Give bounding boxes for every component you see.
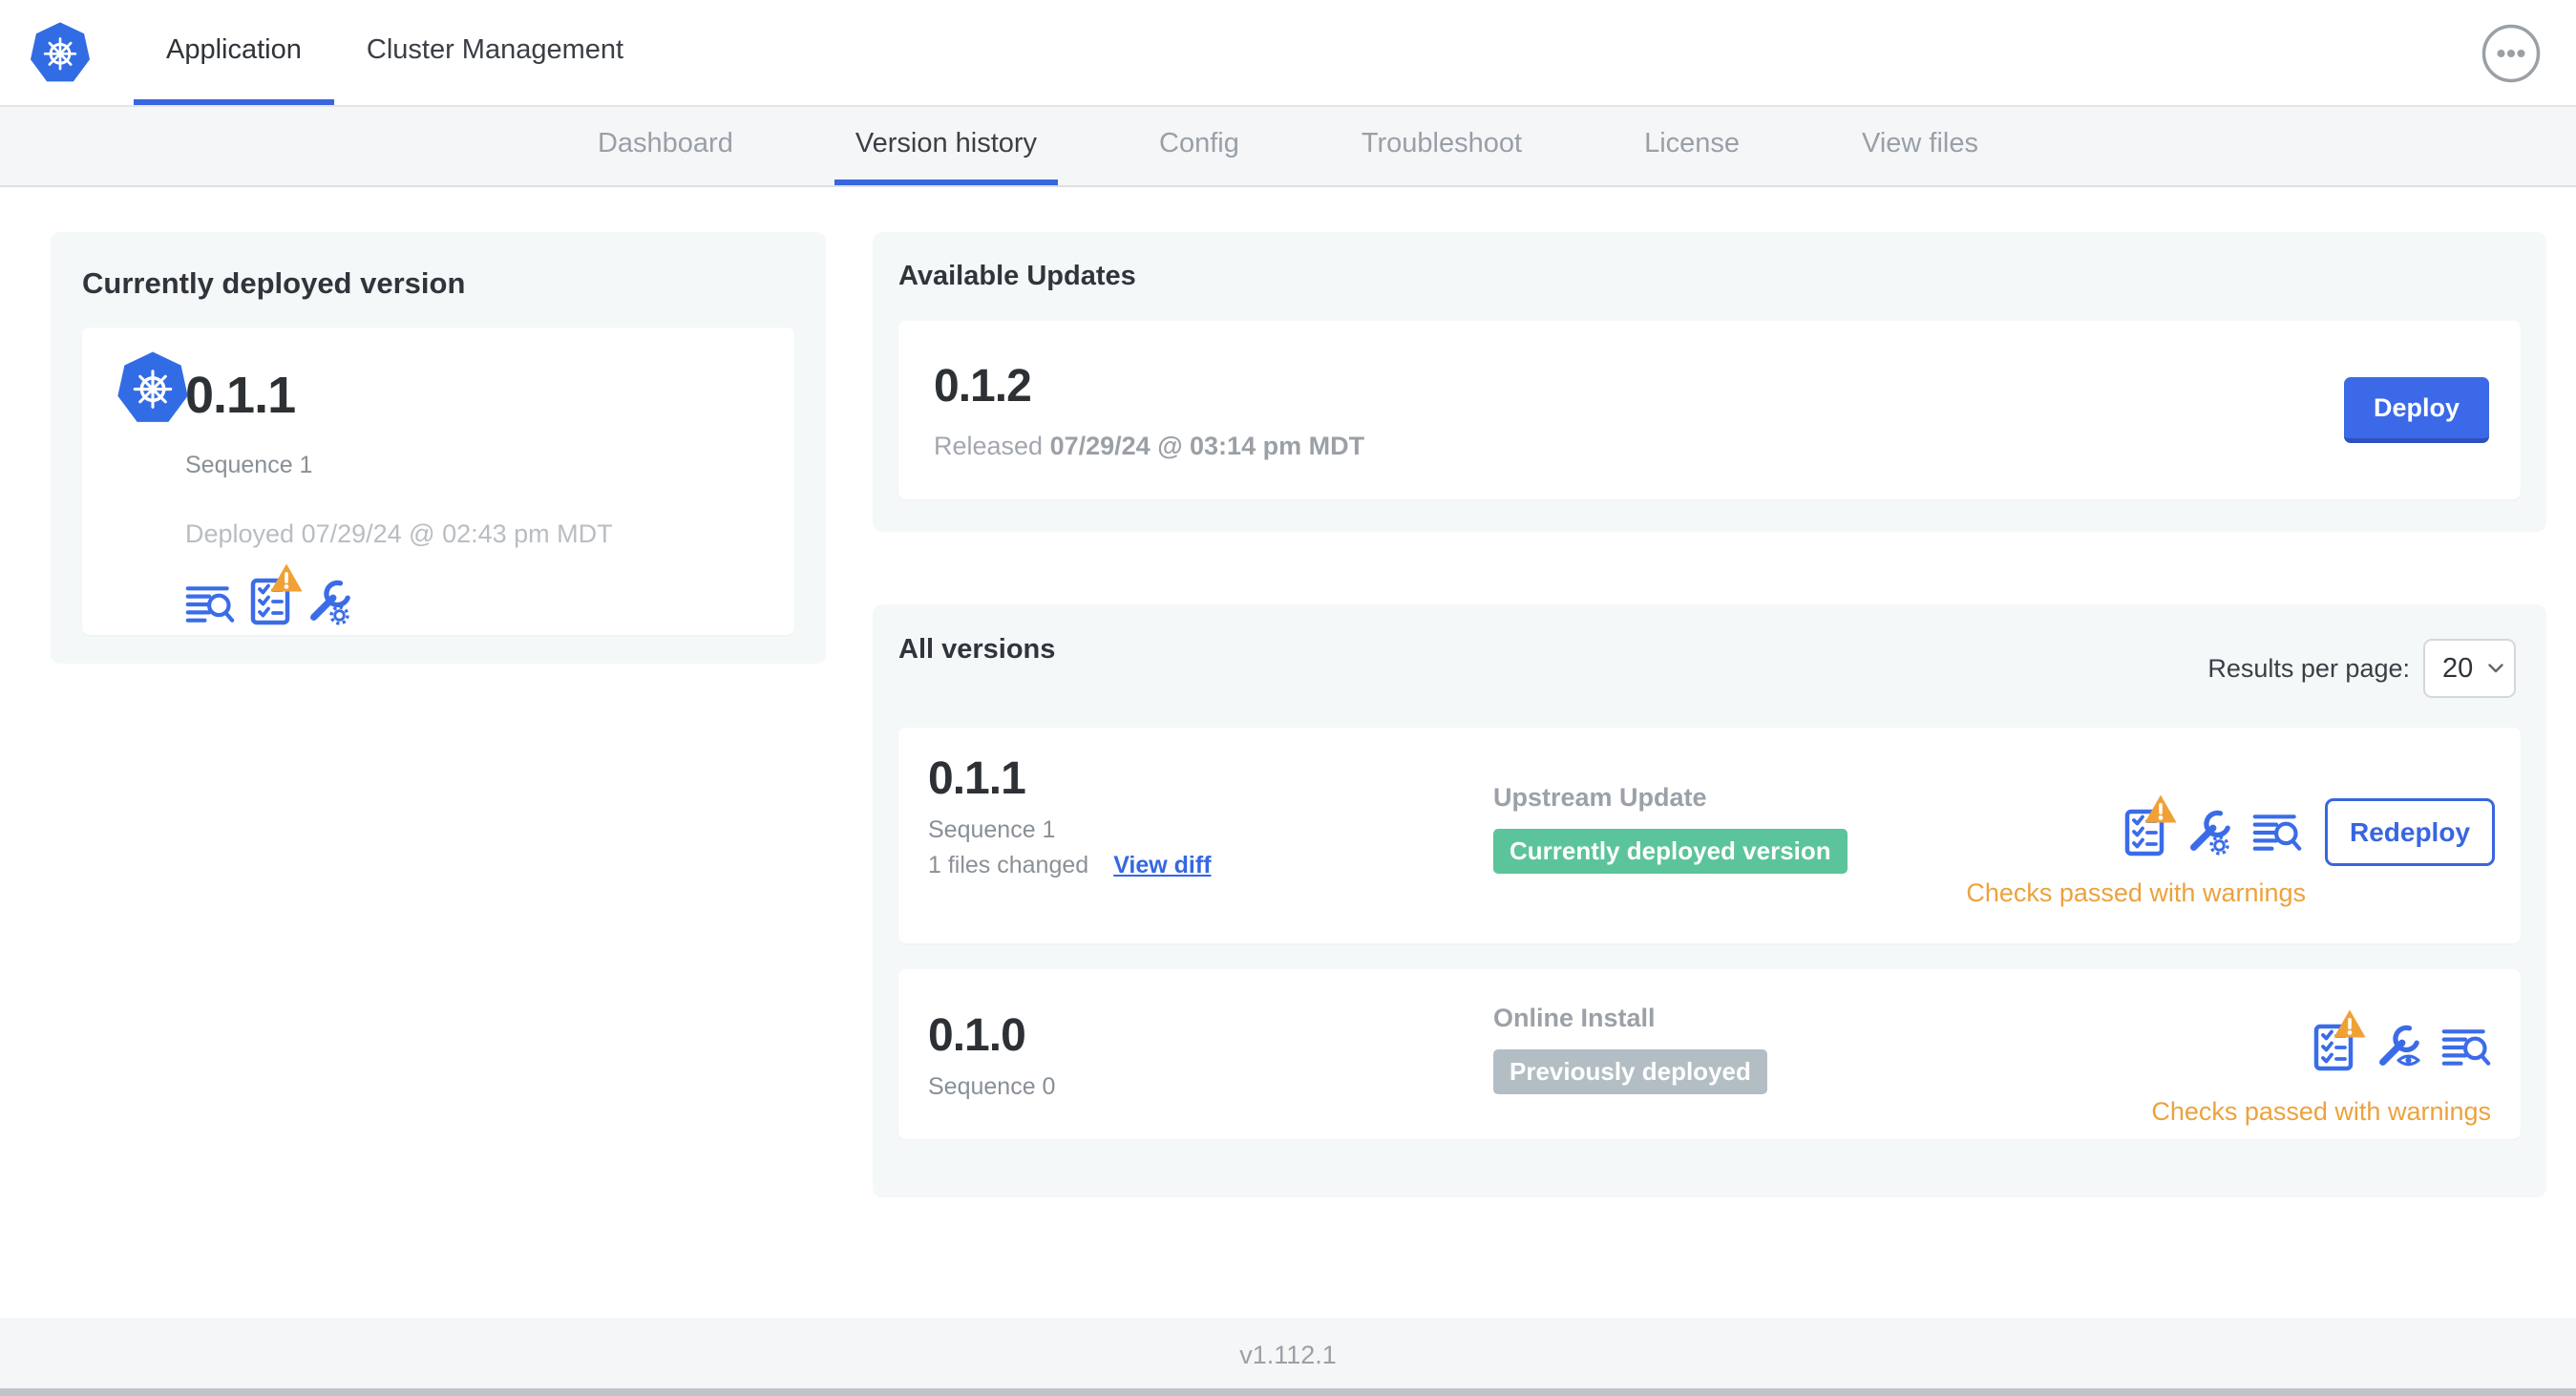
tab-label: Version history [855, 127, 1038, 159]
edit-config-wrench-gear-icon[interactable] [306, 580, 351, 625]
deployed-sequence: Sequence 1 [185, 452, 313, 478]
view-config-wrench-eye-icon[interactable] [2375, 1025, 2420, 1070]
results-per-page-select-wrap: 20 [2423, 639, 2516, 698]
diff-search-icon[interactable] [185, 583, 235, 625]
version-sequence: Sequence 0 [928, 1073, 1056, 1100]
version-sequence: Sequence 1 [928, 816, 1056, 843]
ellipsis-icon [2481, 24, 2542, 87]
update-released-line: Released 07/29/24 @ 03:14 pm MDT [934, 432, 1364, 461]
version-number: 0.1.0 [928, 1010, 1026, 1061]
files-changed-line: 1 files changed View diff [928, 852, 1212, 879]
version-actions: Redeploy [2124, 793, 2495, 866]
page: Application Cluster Management Dashboard… [0, 0, 2576, 1396]
preflight-checks-icon[interactable] [250, 561, 305, 625]
preflight-status-text[interactable]: Checks passed with warnings [2151, 1097, 2491, 1127]
diff-search-icon[interactable] [2252, 812, 2302, 854]
page-footer: v1.112.1 [0, 1318, 2576, 1396]
tab-label: View files [1862, 127, 1979, 159]
available-updates-title: Available Updates [898, 261, 1136, 291]
warning-triangle-icon [2143, 793, 2179, 824]
tab-troubleshoot[interactable]: Troubleshoot [1341, 107, 1543, 185]
app-sub-nav: Dashboard Version history Config Trouble… [0, 107, 2576, 187]
diff-search-icon[interactable] [2441, 1026, 2491, 1068]
released-date: 07/29/24 @ 03:14 pm MDT [1049, 431, 1365, 460]
tab-label: License [1644, 127, 1741, 159]
tab-version-history[interactable]: Version history [834, 107, 1059, 185]
view-diff-link[interactable]: View diff [1113, 852, 1211, 879]
window-bottom-edge [0, 1388, 2576, 1396]
results-per-page-select[interactable]: 20 [2423, 639, 2516, 698]
all-versions-title: All versions [898, 634, 1056, 665]
deploy-button[interactable]: Deploy [2344, 377, 2489, 443]
tab-label: Troubleshoot [1361, 127, 1523, 159]
console-version: v1.112.1 [1239, 1341, 1337, 1369]
deployed-version-number: 0.1.1 [185, 367, 296, 424]
currently-deployed-title: Currently deployed version [82, 266, 466, 300]
all-versions-card: All versions Results per page: 20 0.1.1 … [873, 604, 2546, 1197]
version-number: 0.1.1 [928, 753, 1026, 804]
results-per-page-label: Results per page: [2207, 653, 2410, 683]
version-actions [2313, 1007, 2491, 1072]
version-row-0-1-0: 0.1.0 Sequence 0 Online Install Previous… [898, 969, 2521, 1139]
preflight-checks-icon[interactable] [2313, 1007, 2368, 1071]
available-updates-card: Available Updates 0.1.2 Released 07/29/2… [873, 232, 2546, 532]
top-tab-label: Cluster Management [366, 33, 624, 65]
version-source: Online Install [1493, 1004, 1656, 1032]
deployed-status-badge: Currently deployed version [1493, 829, 1848, 874]
top-nav: Application Cluster Management [0, 0, 2576, 107]
deployed-version-actions [185, 561, 794, 625]
redeploy-button[interactable]: Redeploy [2325, 798, 2495, 866]
version-row-0-1-1: 0.1.1 Sequence 1 1 files changed View di… [898, 728, 2521, 943]
preflight-checks-icon[interactable] [2124, 793, 2179, 857]
preflight-status-text[interactable]: Checks passed with warnings [1966, 878, 2306, 908]
version-source: Upstream Update [1493, 783, 1707, 812]
version-info: 0.1.1 Sequence 1 1 files changed View di… [928, 752, 1212, 879]
top-tab-label: Application [166, 33, 302, 65]
kubernetes-logo-icon [116, 349, 190, 431]
kubernetes-logo-icon [29, 19, 92, 86]
deployed-status-badge: Previously deployed [1493, 1049, 1767, 1094]
available-update-info: 0.1.2 Released 07/29/24 @ 03:14 pm MDT [934, 360, 1364, 461]
currently-deployed-body: 0.1.1 Sequence 1 Deployed 07/29/24 @ 02:… [185, 328, 794, 625]
tab-config[interactable]: Config [1138, 107, 1260, 185]
released-prefix: Released [934, 431, 1044, 460]
available-update-panel: 0.1.2 Released 07/29/24 @ 03:14 pm MDT D… [898, 321, 2521, 499]
warning-triangle-icon [2332, 1007, 2368, 1040]
warning-triangle-icon [268, 561, 305, 594]
version-info: 0.1.0 Sequence 0 [928, 1009, 1055, 1101]
main-content: Currently deployed version 0.1.1 Sequenc… [0, 187, 2576, 1318]
tab-label: Config [1159, 127, 1239, 159]
tab-license[interactable]: License [1623, 107, 1761, 185]
currently-deployed-card: Currently deployed version 0.1.1 Sequenc… [51, 232, 826, 664]
top-tab-cluster-management[interactable]: Cluster Management [334, 0, 656, 105]
more-menu-button[interactable] [2481, 23, 2542, 84]
edit-config-wrench-gear-icon[interactable] [2185, 810, 2231, 856]
update-version-number: 0.1.2 [934, 360, 1032, 412]
deployed-timestamp: Deployed 07/29/24 @ 02:43 pm MDT [185, 519, 613, 548]
top-tab-application[interactable]: Application [134, 0, 334, 105]
files-changed-text: 1 files changed [928, 852, 1089, 878]
tab-view-files[interactable]: View files [1841, 107, 1999, 185]
results-per-page-control: Results per page: 20 [2207, 639, 2516, 698]
currently-deployed-panel: 0.1.1 Sequence 1 Deployed 07/29/24 @ 02:… [82, 328, 794, 635]
app-logo [29, 0, 92, 105]
tab-label: Dashboard [597, 127, 733, 159]
tab-dashboard[interactable]: Dashboard [577, 107, 754, 185]
